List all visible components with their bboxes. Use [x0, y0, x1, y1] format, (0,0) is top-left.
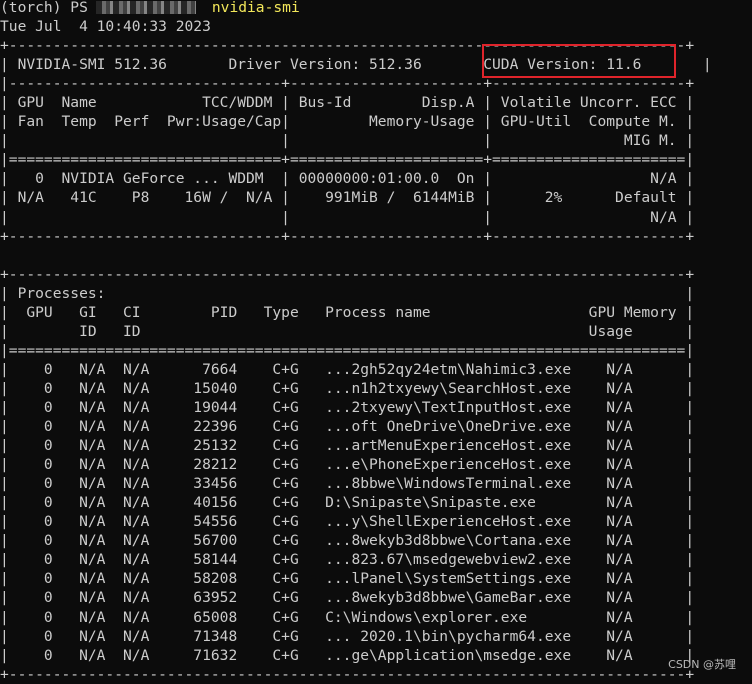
smi-border-bottom: +-------------------------------+-------…	[0, 227, 695, 245]
processes-title: | Processes: |	[0, 284, 695, 302]
process-row: | 0 N/A N/A 65008 C+G C:\Windows\explore…	[0, 608, 695, 626]
process-row: | 0 N/A N/A 71348 C+G ... 2020.1\bin\pyc…	[0, 627, 695, 645]
process-row: | 0 N/A N/A 19044 C+G ...2txyewy\TextInp…	[0, 398, 695, 416]
process-row: | 0 N/A N/A 15040 C+G ...n1h2txyewy\Sear…	[0, 379, 695, 397]
redacted-path	[95, 1, 196, 14]
process-row: | 0 N/A N/A 56700 C+G ...8wekyb3d8bbwe\C…	[0, 532, 695, 550]
smi-column-header: | | | MIG M. |	[0, 132, 695, 150]
process-row: | 0 N/A N/A 28212 C+G ...e\PhoneExperien…	[0, 456, 695, 474]
prompt-line: (torch) PS nvidia-smi	[0, 0, 712, 17]
cuda-version-highlight-box	[482, 44, 676, 78]
gpu-row: | | | N/A |	[0, 208, 695, 226]
smi-separator-double: |===============================+=======…	[0, 151, 695, 169]
gpu-row: | 0 NVIDIA GeForce ... WDDM | 00000000:0…	[0, 170, 695, 188]
process-row: | 0 N/A N/A 63952 C+G ...8wekyb3d8bbwe\G…	[0, 589, 695, 607]
process-row: | 0 N/A N/A 25132 C+G ...artMenuExperien…	[0, 437, 695, 455]
processes-header: | GPU GI CI PID Type Process name GPU Me…	[0, 303, 695, 321]
watermark: CSDN @苏哩	[668, 658, 736, 671]
prompt-command: nvidia-smi	[211, 0, 300, 16]
processes-separator-double: |=======================================…	[0, 341, 695, 359]
process-row: | 0 N/A N/A 58144 C+G ...823.67\msedgewe…	[0, 551, 695, 569]
process-row: | 0 N/A N/A 54556 C+G ...y\ShellExperien…	[0, 513, 695, 531]
prompt-shell: (torch) PS	[0, 0, 88, 16]
process-row: | 0 N/A N/A 58208 C+G ...lPanel\SystemSe…	[0, 570, 695, 588]
gpu-row: | N/A 41C P8 16W / N/A | 991MiB / 6144Mi…	[0, 189, 695, 207]
process-row: | 0 N/A N/A 71632 C+G ...ge\Application\…	[0, 646, 695, 664]
process-row: | 0 N/A N/A 40156 C+G D:\Snipaste\Snipas…	[0, 494, 695, 512]
processes-border-top: +---------------------------------------…	[0, 265, 695, 283]
smi-column-header: | GPU Name TCC/WDDM | Bus-Id Disp.A | Vo…	[0, 94, 695, 112]
smi-column-header: | Fan Temp Perf Pwr:Usage/Cap| Memory-Us…	[0, 113, 695, 131]
terminal-output: (torch) PS nvidia-smi Tue Jul 4 10:40:33 2…	[0, 0, 712, 684]
process-row: | 0 N/A N/A 33456 C+G ...8bbwe\WindowsTe…	[0, 475, 695, 493]
process-row: | 0 N/A N/A 22396 C+G ...oft OneDrive\On…	[0, 418, 695, 436]
processes-border-bottom: +---------------------------------------…	[0, 665, 695, 683]
processes-header: | ID ID Usage |	[0, 322, 695, 340]
process-row: | 0 N/A N/A 7664 C+G ...2gh52qy24etm\Nah…	[0, 360, 695, 378]
timestamp: Tue Jul 4 10:40:33 2023	[0, 18, 211, 36]
